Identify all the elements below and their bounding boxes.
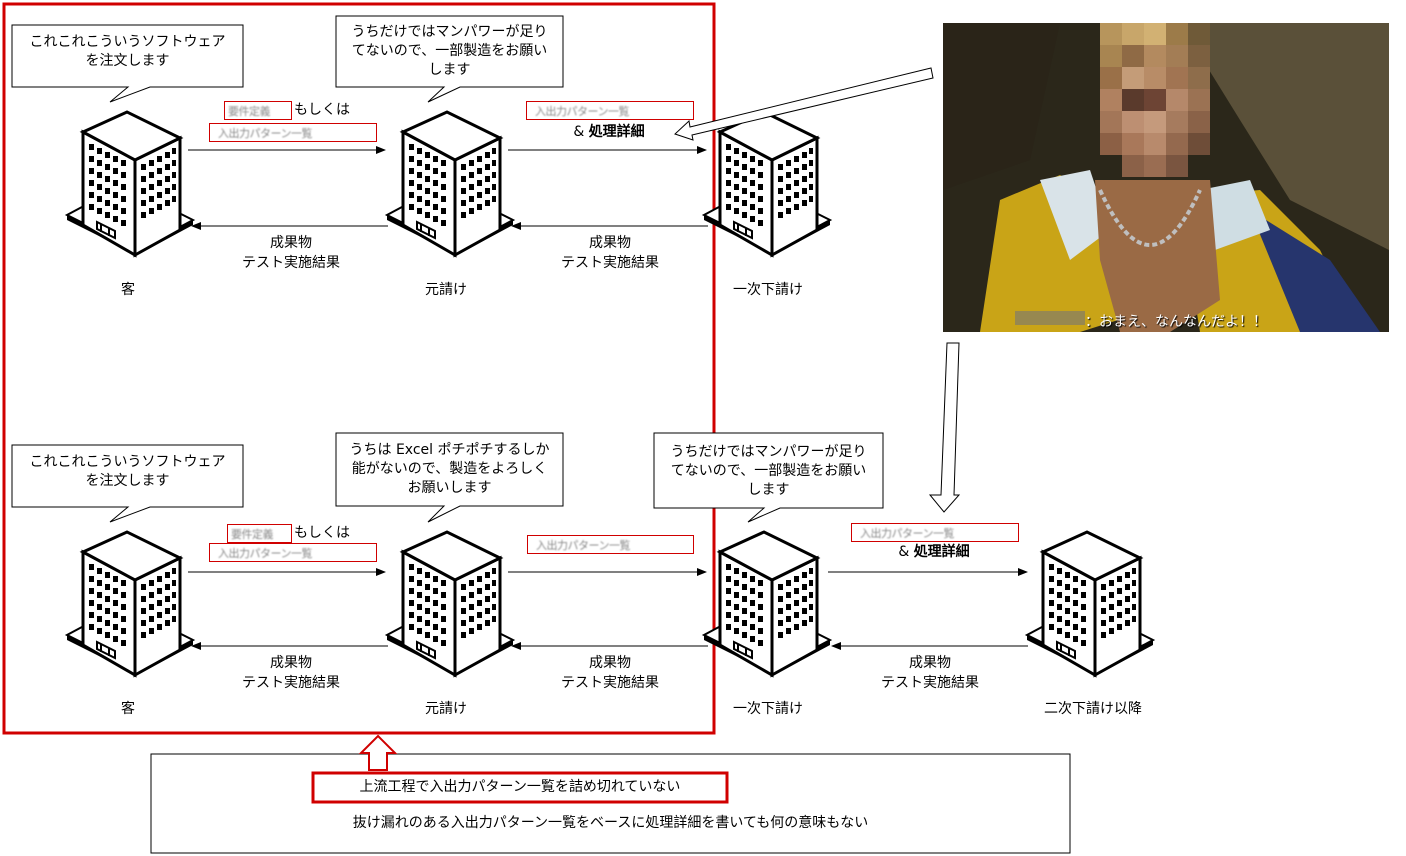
node-label-bottom-sub2: 二次下請け以降	[1044, 701, 1142, 717]
detail-label-top: & 処理詳細	[526, 122, 692, 142]
node-label-bottom-sub1: 一次下請け	[733, 701, 803, 717]
return-label-bottom-mid: 成果物 テスト実施結果	[512, 653, 708, 693]
test-result-text: テスト実施結果	[242, 255, 340, 271]
bubble-line: てないので、一部製造をお願い	[351, 43, 548, 59]
deliverable-text: 成果物	[270, 235, 312, 251]
io-list-blurred-label-top-right: 入出力パターン一覧	[526, 101, 694, 120]
bubble-line: うちは Excel ポチポチするしか	[349, 442, 550, 458]
bubble-line: これこれこういうソフトウェア	[29, 454, 226, 470]
game-screenshot	[943, 23, 1389, 332]
bubble-line: てないので、一部製造をお願い	[670, 463, 867, 479]
io-list-text: 入出力パターン一覧	[536, 539, 630, 552]
test-result-text: テスト実施結果	[881, 675, 979, 691]
or-label-bottom: もしくは	[294, 525, 350, 541]
requirements-text: 要件定義	[231, 528, 274, 541]
io-list-blurred-label-top-left: 入出力パターン一覧	[209, 123, 377, 142]
node-label-top-client: 客	[121, 282, 135, 298]
node-label-top-prime: 元請け	[425, 282, 467, 298]
io-list-text: 入出力パターン一覧	[218, 127, 312, 140]
test-result-text: テスト実施結果	[561, 675, 659, 691]
deliverable-text: 成果物	[270, 655, 312, 671]
building-icon-top-sub1	[702, 110, 832, 257]
bubble-text-bottom-prime: うちは Excel ポチポチするしか 能がないので、製造をよろしく お願いします	[336, 441, 563, 498]
node-label-top-sub1: 一次下請け	[733, 282, 803, 298]
bubble-line: うちだけではマンパワーが足り	[670, 444, 867, 460]
building-icon-bottom-prime	[385, 530, 515, 677]
bubble-line: お願いします	[407, 480, 492, 496]
bubble-text-bottom-client: これこれこういうソフトウェア を注文します	[12, 453, 243, 491]
bubble-line: を注文します	[85, 53, 170, 69]
building-icon-bottom-client	[65, 530, 195, 677]
test-result-text: テスト実施結果	[242, 675, 340, 691]
or-label-top: もしくは	[294, 102, 350, 118]
bubble-text-top-prime: うちだけではマンパワーが足り てないので、一部製造をお願い します	[336, 23, 563, 80]
return-label-top-right: 成果物 テスト実施結果	[512, 233, 708, 273]
node-label-bottom-prime: 元請け	[425, 701, 467, 717]
return-label-bottom-left: 成果物 テスト実施結果	[193, 653, 389, 693]
node-label-bottom-client: 客	[121, 701, 135, 717]
io-list-text: 入出力パターン一覧	[218, 547, 312, 560]
building-icon-bottom-sub1	[702, 530, 832, 677]
deliverable-text: 成果物	[909, 655, 951, 671]
bubble-line: を注文します	[85, 473, 170, 489]
io-list-text: 入出力パターン一覧	[860, 527, 954, 540]
requirements-blurred-label-bottom: 要件定義	[227, 524, 292, 543]
io-list-blurred-label-bottom-mid: 入出力パターン一覧	[527, 535, 694, 554]
building-icon-top-prime	[385, 110, 515, 257]
io-list-text: 入出力パターン一覧	[535, 105, 629, 118]
bubble-text-top-client: これこれこういうソフトウェア を注文します	[12, 33, 243, 71]
note-highlight-text: 上流工程で入出力パターン一覧を詰め切れていない	[359, 779, 681, 795]
amp-text: &	[573, 124, 589, 140]
hollow-arrow-down	[928, 342, 961, 513]
io-list-blurred-label-bottom-right: 入出力パターン一覧	[851, 523, 1019, 542]
requirements-text: 要件定義	[228, 105, 271, 118]
bubble-line: うちだけではマンパワーが足り	[351, 24, 548, 40]
building-icon-bottom-sub2	[1025, 530, 1155, 677]
note-body-text: 抜け漏れのある入出力パターン一覧をベースに処理詳細を書いても何の意味もない	[352, 815, 869, 831]
deliverable-text: 成果物	[589, 235, 631, 251]
building-icon-top-client	[65, 110, 195, 257]
return-label-top-left: 成果物 テスト実施結果	[193, 233, 389, 273]
detail-text: 処理詳細	[913, 544, 970, 560]
bubble-line: します	[747, 482, 790, 498]
bubble-line: します	[428, 62, 471, 78]
photo-subtitle: ：おまえ、なんなんだよ！！	[1085, 314, 1267, 330]
deliverable-text: 成果物	[589, 655, 631, 671]
bubble-line: これこれこういうソフトウェア	[29, 34, 226, 50]
detail-text: 処理詳細	[588, 124, 645, 140]
bubble-text-bottom-sub1: うちだけではマンパワーが足り てないので、一部製造をお願い します	[654, 443, 883, 500]
bubble-line: 能がないので、製造をよろしく	[351, 461, 548, 477]
io-list-blurred-label-bottom-left: 入出力パターン一覧	[209, 543, 377, 562]
requirements-blurred-label: 要件定義	[224, 101, 292, 120]
detail-label-bottom: & 処理詳細	[851, 542, 1017, 562]
return-label-bottom-right: 成果物 テスト実施結果	[832, 653, 1028, 693]
amp-text: &	[898, 544, 914, 560]
test-result-text: テスト実施結果	[561, 255, 659, 271]
